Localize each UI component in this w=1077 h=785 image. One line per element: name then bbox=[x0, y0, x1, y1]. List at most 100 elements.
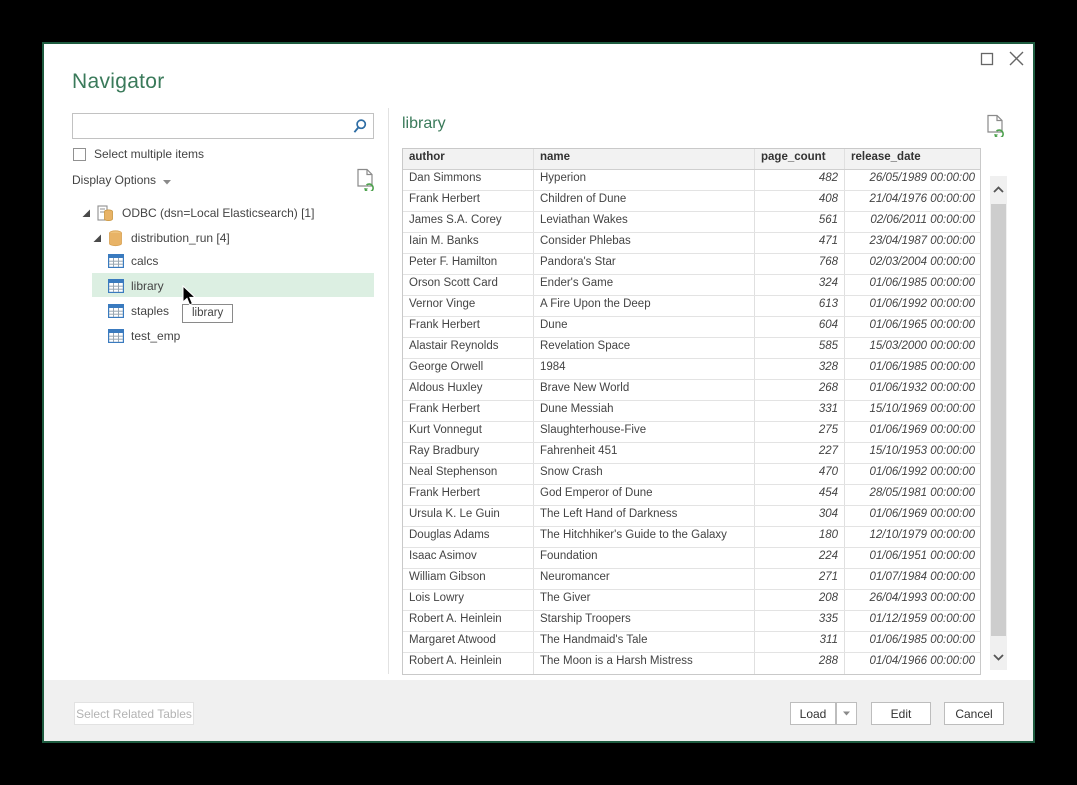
table-row: Alastair Reynolds Revelation Space 585 1… bbox=[403, 338, 980, 359]
load-button[interactable]: Load bbox=[790, 702, 836, 725]
cell-page-count: 311 bbox=[755, 632, 845, 652]
column-header-author[interactable]: author bbox=[403, 149, 534, 169]
cell-name: Dune Messiah bbox=[534, 401, 755, 421]
tree-node-table[interactable]: calcs bbox=[44, 248, 388, 273]
display-options-label: Display Options bbox=[72, 173, 156, 187]
cell-page-count: 454 bbox=[755, 485, 845, 505]
column-header-name[interactable]: name bbox=[534, 149, 755, 169]
table-row: Kurt Vonnegut Slaughterhouse-Five 275 01… bbox=[403, 422, 980, 443]
load-dropdown-button[interactable] bbox=[836, 702, 857, 725]
cell-release-date: 15/03/2000 00:00:00 bbox=[845, 338, 981, 358]
table-row: Margaret Atwood The Handmaid's Tale 311 … bbox=[403, 632, 980, 653]
scroll-down-icon[interactable] bbox=[990, 646, 1007, 668]
column-header-release-date[interactable]: release_date bbox=[845, 149, 981, 169]
navigator-dialog: Navigator Select multiple items Display … bbox=[42, 42, 1035, 743]
cell-release-date: 01/06/1969 00:00:00 bbox=[845, 422, 981, 442]
cell-release-date: 26/04/1993 00:00:00 bbox=[845, 590, 981, 610]
cell-release-date: 02/06/2011 00:00:00 bbox=[845, 212, 981, 232]
cell-author: Frank Herbert bbox=[403, 401, 534, 421]
cell-name: Leviathan Wakes bbox=[534, 212, 755, 232]
table-row: Vernor Vinge A Fire Upon the Deep 613 01… bbox=[403, 296, 980, 317]
cell-name: Foundation bbox=[534, 548, 755, 568]
cell-name: Brave New World bbox=[534, 380, 755, 400]
tree-node-label: test_emp bbox=[131, 329, 180, 343]
table-row: George Orwell 1984 328 01/06/1985 00:00:… bbox=[403, 359, 980, 380]
maximize-button[interactable] bbox=[980, 52, 994, 66]
tree-node-table[interactable]: test_emp bbox=[44, 323, 388, 348]
cell-author: Douglas Adams bbox=[403, 527, 534, 547]
cell-author: William Gibson bbox=[403, 569, 534, 589]
cell-release-date: 26/05/1989 00:00:00 bbox=[845, 170, 981, 190]
preview-title: library bbox=[402, 115, 446, 133]
column-header-page-count[interactable]: page_count bbox=[755, 149, 845, 169]
cell-page-count: 288 bbox=[755, 653, 845, 674]
expand-collapse-icon[interactable] bbox=[82, 209, 91, 218]
cell-page-count: 604 bbox=[755, 317, 845, 337]
table-icon bbox=[108, 304, 124, 318]
cell-author: Frank Herbert bbox=[403, 191, 534, 211]
cell-name: Dune bbox=[534, 317, 755, 337]
table-icon bbox=[108, 279, 124, 293]
table-row: Orson Scott Card Ender's Game 324 01/06/… bbox=[403, 275, 980, 296]
cell-name: The Hitchhiker's Guide to the Galaxy bbox=[534, 527, 755, 547]
tree-node-odbc-source[interactable]: ODBC (dsn=Local Elasticsearch) [1] bbox=[82, 202, 314, 224]
cell-author: Lois Lowry bbox=[403, 590, 534, 610]
select-multiple-checkbox[interactable] bbox=[73, 148, 86, 161]
cell-name: The Giver bbox=[534, 590, 755, 610]
refresh-preview-icon[interactable] bbox=[355, 168, 375, 196]
select-related-tables-button[interactable]: Select Related Tables bbox=[74, 702, 194, 725]
cell-release-date: 23/04/1987 00:00:00 bbox=[845, 233, 981, 253]
tree-node-label: staples bbox=[131, 304, 169, 318]
expand-collapse-icon[interactable] bbox=[93, 234, 102, 243]
scroll-up-icon[interactable] bbox=[990, 178, 1007, 200]
cell-name: Snow Crash bbox=[534, 464, 755, 484]
search-input[interactable] bbox=[77, 115, 349, 137]
cell-name: Ender's Game bbox=[534, 275, 755, 295]
table-row: Aldous Huxley Brave New World 268 01/06/… bbox=[403, 380, 980, 401]
cell-name: The Handmaid's Tale bbox=[534, 632, 755, 652]
cell-name: Pandora's Star bbox=[534, 254, 755, 274]
cell-author: Aldous Huxley bbox=[403, 380, 534, 400]
close-button[interactable] bbox=[1008, 50, 1025, 67]
cancel-button[interactable]: Cancel bbox=[944, 702, 1004, 725]
search-icon[interactable] bbox=[352, 118, 368, 140]
cell-release-date: 01/07/1984 00:00:00 bbox=[845, 569, 981, 589]
table-row: Dan Simmons Hyperion 482 26/05/1989 00:0… bbox=[403, 170, 980, 191]
cell-name: The Left Hand of Darkness bbox=[534, 506, 755, 526]
cell-release-date: 01/06/1985 00:00:00 bbox=[845, 359, 981, 379]
table-row: Frank Herbert God Emperor of Dune 454 28… bbox=[403, 485, 980, 506]
display-options-dropdown[interactable]: Display Options bbox=[72, 172, 172, 188]
scrollbar-thumb[interactable] bbox=[991, 204, 1006, 636]
panel-divider bbox=[388, 108, 389, 674]
table-row: Lois Lowry The Giver 208 26/04/1993 00:0… bbox=[403, 590, 980, 611]
cell-release-date: 12/10/1979 00:00:00 bbox=[845, 527, 981, 547]
cell-name: Revelation Space bbox=[534, 338, 755, 358]
preview-scrollbar[interactable] bbox=[990, 176, 1007, 670]
cell-author: Ray Bradbury bbox=[403, 443, 534, 463]
cell-page-count: 275 bbox=[755, 422, 845, 442]
table-row: Ursula K. Le Guin The Left Hand of Darkn… bbox=[403, 506, 980, 527]
cell-author: Orson Scott Card bbox=[403, 275, 534, 295]
cell-release-date: 01/06/1992 00:00:00 bbox=[845, 464, 981, 484]
cell-page-count: 208 bbox=[755, 590, 845, 610]
tree-node-database[interactable]: distribution_run [4] bbox=[93, 227, 230, 249]
cell-author: James S.A. Corey bbox=[403, 212, 534, 232]
tree-node-table[interactable]: library bbox=[44, 273, 388, 298]
cell-release-date: 01/06/1985 00:00:00 bbox=[845, 632, 981, 652]
cell-author: Iain M. Banks bbox=[403, 233, 534, 253]
cell-author: Robert A. Heinlein bbox=[403, 653, 534, 674]
cell-release-date: 01/06/1965 00:00:00 bbox=[845, 317, 981, 337]
cell-release-date: 01/06/1985 00:00:00 bbox=[845, 275, 981, 295]
cell-author: George Orwell bbox=[403, 359, 534, 379]
table-icon bbox=[108, 254, 124, 268]
cell-release-date: 01/06/1932 00:00:00 bbox=[845, 380, 981, 400]
refresh-preview-icon[interactable] bbox=[985, 114, 1005, 142]
cell-page-count: 304 bbox=[755, 506, 845, 526]
select-multiple-label: Select multiple items bbox=[94, 147, 204, 161]
table-row: Frank Herbert Dune 604 01/06/1965 00:00:… bbox=[403, 317, 980, 338]
cell-author: Alastair Reynolds bbox=[403, 338, 534, 358]
cell-page-count: 335 bbox=[755, 611, 845, 631]
select-multiple-row: Select multiple items bbox=[73, 146, 204, 162]
edit-button[interactable]: Edit bbox=[871, 702, 931, 725]
cell-release-date: 28/05/1981 00:00:00 bbox=[845, 485, 981, 505]
